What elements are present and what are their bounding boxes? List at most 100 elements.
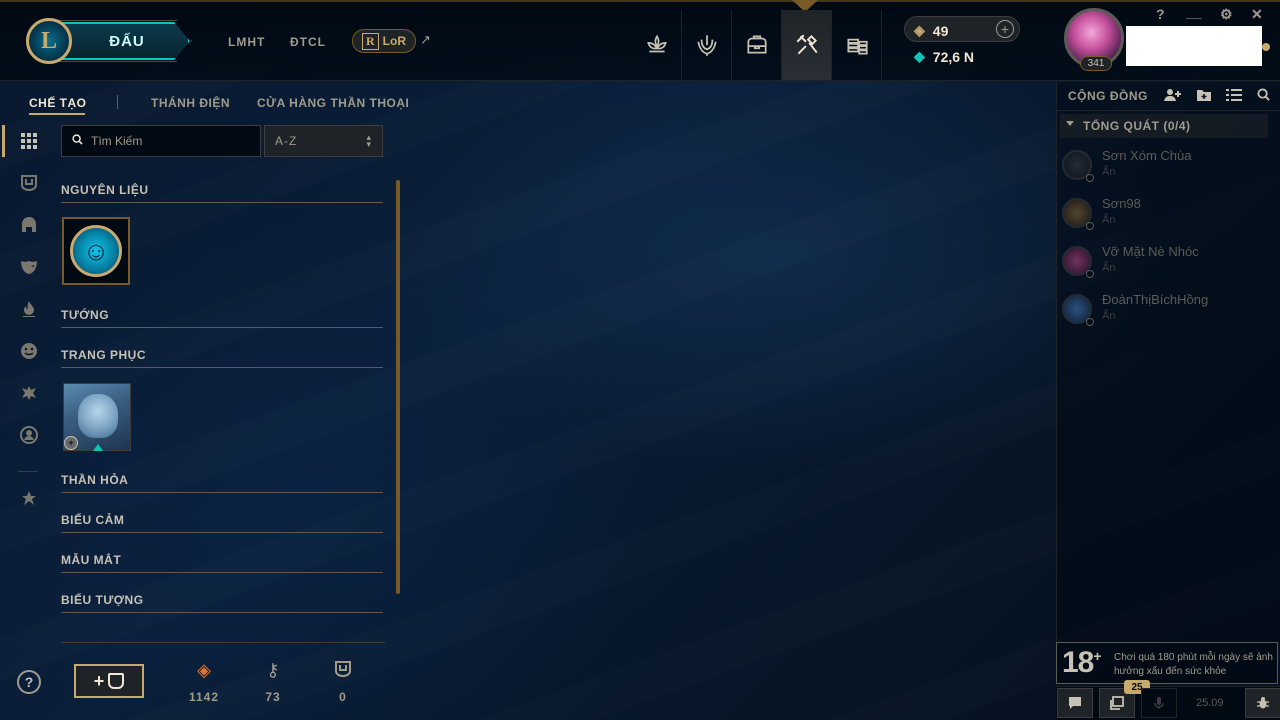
shard-badge-icon: ✦ xyxy=(64,436,78,450)
key-icon: ⚷ xyxy=(266,660,280,680)
orange-essence-counter: ◈ 1142 xyxy=(174,660,234,704)
subnav-divider xyxy=(117,95,118,109)
friend-item[interactable]: Sơn98 Ẩn xyxy=(1062,196,1262,232)
friend-name: ĐoànThịBíchHồng xyxy=(1102,292,1209,307)
category-emotes: BIỂU CẢM xyxy=(61,513,383,533)
patch-version: 25.09 xyxy=(1196,697,1224,709)
tab-sanctum[interactable]: THÁNH ĐIỆN xyxy=(151,96,230,110)
rp-balance: ◈ 49 xyxy=(914,22,948,39)
blue-essence-balance: ◆ 72,6 N xyxy=(914,48,974,65)
blue-essence-value: 72,6 N xyxy=(932,48,975,65)
tft-ranked-icon[interactable] xyxy=(682,10,732,80)
friend-item[interactable]: Sơn Xóm Chùa Ẩn xyxy=(1062,148,1262,184)
friend-item[interactable]: Vỡ Mặt Nè Nhóc Ẩn xyxy=(1062,244,1262,280)
help-window-button[interactable]: ? xyxy=(1156,6,1165,22)
search-input[interactable] xyxy=(91,134,241,148)
grid-all-icon[interactable] xyxy=(18,130,40,152)
add-friend-icon[interactable] xyxy=(1164,88,1182,105)
collection-backpack-icon[interactable] xyxy=(732,10,782,80)
nav-lmht[interactable]: LMHT xyxy=(228,35,265,49)
lor-logo-icon: R xyxy=(362,32,379,50)
skin-portrait xyxy=(78,394,118,438)
blue-essence-icon: ◆ xyxy=(914,48,925,64)
chest-count-icon xyxy=(313,660,373,684)
offline-status-icon xyxy=(1086,174,1094,182)
help-question-icon[interactable]: ? xyxy=(17,670,41,694)
tab-mythic-shop[interactable]: CỬA HÀNG THẦN THOẠI xyxy=(257,96,409,110)
friend-name: Sơn Xóm Chùa xyxy=(1102,148,1192,163)
emote-orb-icon: ☺ xyxy=(70,225,122,277)
friend-name: Vỡ Mặt Nè Nhóc xyxy=(1102,244,1199,259)
friend-status: Ẩn xyxy=(1102,310,1116,322)
bug-report-icon[interactable] xyxy=(1245,688,1280,718)
online-status-icon[interactable] xyxy=(1262,43,1270,51)
list-view-icon[interactable] xyxy=(1226,88,1242,105)
summoner-level: 341 xyxy=(1080,56,1112,71)
updown-chevron-icon: ▴ ▾ xyxy=(366,132,372,149)
chest-icon xyxy=(108,673,125,689)
category-wards: THẦN HỎA xyxy=(61,473,383,493)
search-icon xyxy=(72,134,83,148)
orange-essence-value: 1142 xyxy=(188,690,220,704)
rail-active-indicator xyxy=(2,125,5,157)
friend-item[interactable]: ĐoànThịBíchHồng Ẩn xyxy=(1062,292,1262,328)
chat-bubble-icon[interactable] xyxy=(1057,688,1093,718)
close-button[interactable]: ✕ xyxy=(1251,6,1263,23)
key-value: 73 xyxy=(265,690,281,704)
category-eyes: MẪU MẮT xyxy=(61,553,383,573)
nav-dtcl[interactable]: ĐTCL xyxy=(290,35,326,49)
summoner-name-redacted xyxy=(1126,26,1262,66)
league-logo-icon[interactable]: L xyxy=(26,18,72,64)
add-folder-icon[interactable] xyxy=(1196,88,1212,105)
buy-rp-button[interactable]: + xyxy=(996,20,1014,38)
friend-status: Ẩn xyxy=(1102,166,1116,178)
friend-group-label: TỔNG QUÁT (0/4) xyxy=(1083,119,1191,133)
search-box xyxy=(61,125,261,157)
tft-companion-icon[interactable] xyxy=(18,488,40,510)
skin-mask-icon[interactable] xyxy=(18,256,40,278)
lor-button[interactable]: R LoR xyxy=(352,29,416,53)
ward-flame-icon[interactable] xyxy=(18,298,40,320)
loot-crafting-icon[interactable] xyxy=(782,10,832,80)
top-icon-tabs xyxy=(632,10,882,80)
age-rating: 18+ xyxy=(1062,646,1102,679)
emote-smile-icon[interactable] xyxy=(18,340,40,362)
loot-item-material[interactable]: ☺ xyxy=(62,217,130,285)
eternals-icon[interactable] xyxy=(18,382,40,404)
offline-status-icon xyxy=(1086,270,1094,278)
loot-scrollbar[interactable] xyxy=(396,180,400,594)
sort-value: A-Z xyxy=(275,134,298,148)
champion-helmet-icon[interactable] xyxy=(18,214,40,236)
key-counter: ⚷ 73 xyxy=(243,660,303,704)
chest-filter-icon[interactable] xyxy=(18,172,40,194)
minimize-button[interactable]: __ xyxy=(1186,4,1202,20)
social-header-divider xyxy=(1056,110,1280,111)
settings-gear-icon[interactable]: ⚙ xyxy=(1220,6,1233,23)
active-tab-underline xyxy=(29,113,85,115)
orange-essence-icon: ◈ xyxy=(197,660,211,680)
caret-down-icon xyxy=(1066,121,1074,126)
offline-status-icon xyxy=(1086,222,1094,230)
offline-status-icon xyxy=(1086,318,1094,326)
microphone-icon[interactable] xyxy=(1141,688,1177,718)
loot-item-skin-shard[interactable]: ✦ xyxy=(63,383,131,451)
category-materials: NGUYÊN LIỆU xyxy=(61,183,383,203)
rail-divider xyxy=(18,471,38,472)
friend-status: Ẩn xyxy=(1102,214,1116,226)
profile-avatar[interactable]: 341 xyxy=(1064,8,1128,72)
riot-points-icon: ◈ xyxy=(914,22,925,38)
tab-crafting[interactable]: CHẾ TẠO xyxy=(29,96,87,110)
social-title: CỘNG ĐỒNG xyxy=(1068,89,1148,103)
lor-label: LoR xyxy=(382,34,406,48)
store-coins-icon[interactable] xyxy=(832,10,882,80)
friend-status: Ẩn xyxy=(1102,262,1116,274)
search-friends-icon[interactable] xyxy=(1257,88,1270,104)
category-icons: BIỂU TƯỢNG xyxy=(61,593,383,613)
external-link-icon[interactable]: ↗ xyxy=(420,32,431,48)
sort-dropdown[interactable]: A-Z ▴ ▾ xyxy=(264,125,383,157)
profile-icon-filter-icon[interactable] xyxy=(18,424,40,446)
play-button[interactable]: ĐẤU xyxy=(56,22,190,60)
friend-name: Sơn98 xyxy=(1102,196,1141,211)
home-lotus-icon[interactable] xyxy=(632,10,682,80)
craft-chest-button[interactable]: + xyxy=(74,664,144,698)
